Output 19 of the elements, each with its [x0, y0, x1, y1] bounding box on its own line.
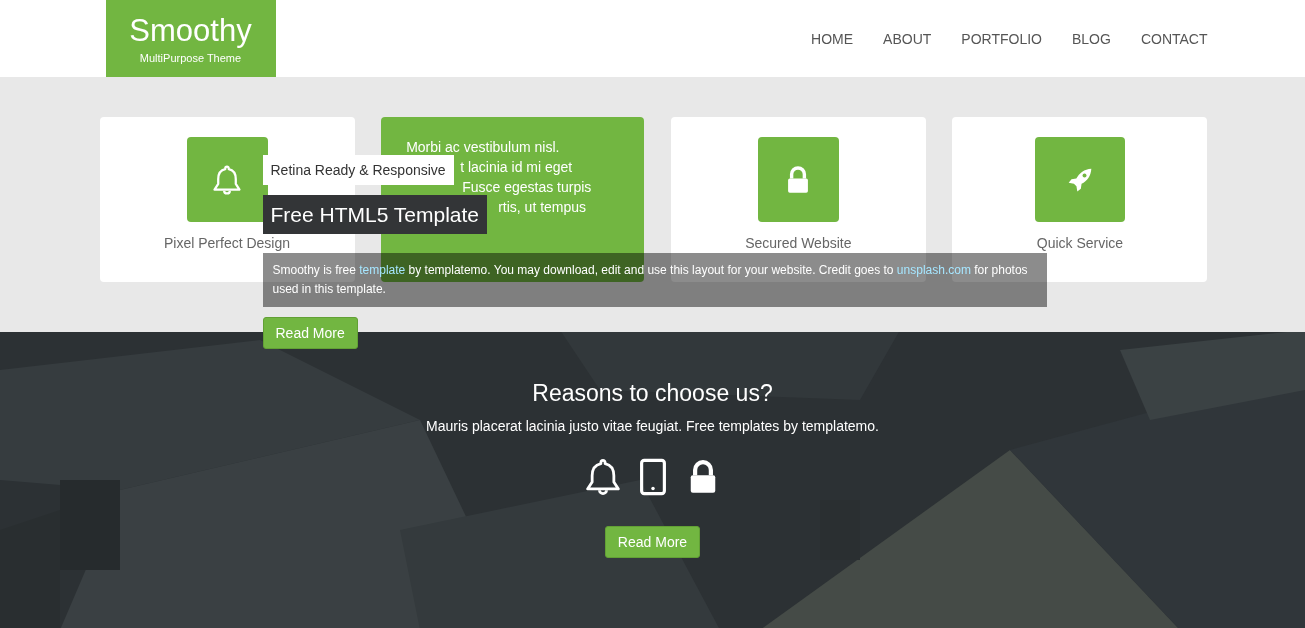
card-text: rtis, ut tempus — [498, 198, 587, 217]
feature-title: Quick Service — [1036, 235, 1124, 251]
section-heading: Reasons to choose us? — [532, 379, 773, 408]
caption-subtitle: Retina Ready & Responsive — [262, 155, 454, 185]
nav-link[interactable]: HOME — [811, 30, 854, 47]
card-text: Morbi ac vestibulum nisl. — [406, 138, 560, 157]
caption-description: Smoothy is free template by templatemo. You may download, edit and use this layout for your website. Credit goes to unsplash.com for photos used in this template. — [272, 262, 1029, 298]
nav-link[interactable]: CONTACT — [1140, 30, 1208, 47]
caption-title: Free HTML5 Template — [262, 195, 488, 234]
nav-link[interactable]: BLOG — [1071, 30, 1111, 47]
card-text: Fusce egestas turpis — [462, 178, 592, 197]
section-subtitle: Mauris placerat lacinia justo vitae feugiat. Free templates by templatemo. — [426, 418, 879, 434]
feature-title: Secured Website — [745, 235, 852, 251]
text-link[interactable]: template — [359, 263, 406, 277]
feature-title: Pixel Perfect Design — [163, 235, 291, 251]
nav-link[interactable]: PORTFOLIO — [961, 30, 1042, 47]
nav-link[interactable]: ABOUT — [883, 30, 932, 47]
card-text: t lacinia id mi eget — [460, 158, 573, 177]
bell-icon — [210, 162, 244, 197]
